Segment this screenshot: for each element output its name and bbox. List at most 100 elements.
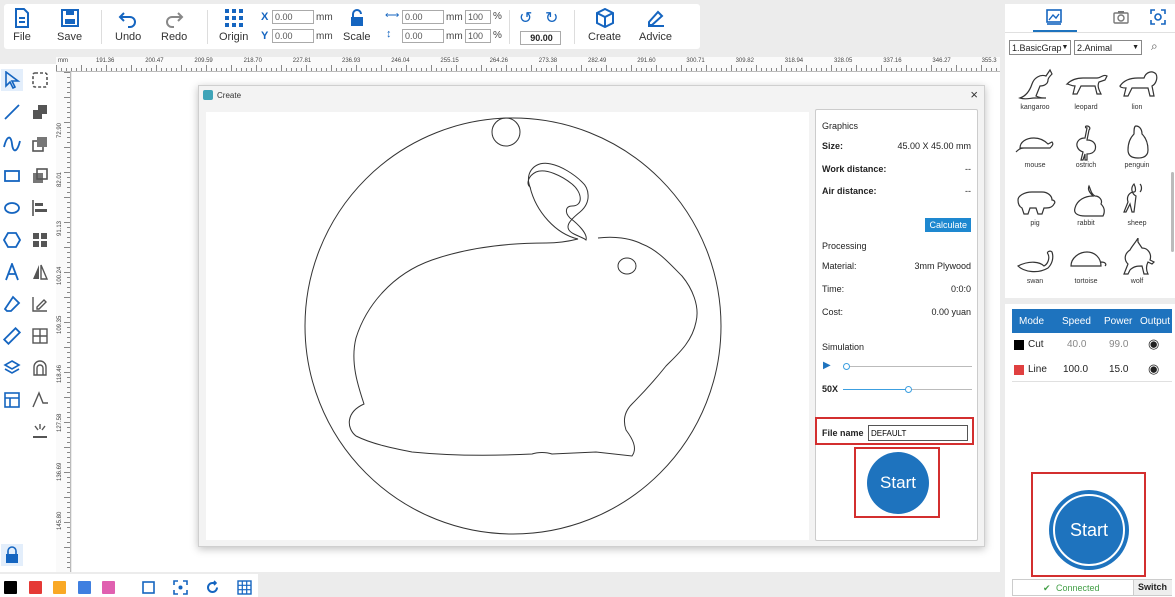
library-scrollbar[interactable] bbox=[1171, 172, 1174, 252]
shape-item-wolf[interactable]: wolf bbox=[1112, 238, 1162, 285]
shape-item-rabbit[interactable]: rabbit bbox=[1061, 180, 1111, 227]
eye-icon[interactable]: ◉ bbox=[1148, 336, 1159, 352]
eraser-tool[interactable] bbox=[1, 293, 23, 315]
close-icon[interactable]: × bbox=[970, 87, 978, 102]
eye-icon[interactable]: ◉ bbox=[1148, 361, 1159, 377]
eraser-icon bbox=[3, 295, 21, 312]
ruler-tick bbox=[206, 65, 207, 71]
ruler-tick-label: 328.05 bbox=[834, 58, 853, 64]
ruler-tick bbox=[891, 68, 892, 71]
rectangle-tool[interactable] bbox=[1, 165, 23, 187]
advice-button[interactable]: Advice bbox=[639, 8, 672, 43]
offset-tool[interactable] bbox=[29, 357, 51, 379]
layer-row-line[interactable]: Line 100.0 15.0 ◉ bbox=[1012, 358, 1172, 382]
layer-row-cut[interactable]: Cut 40.0 99.0 ◉ bbox=[1012, 333, 1172, 357]
fit-frame-icon[interactable] bbox=[141, 580, 156, 595]
grid-array-tool[interactable] bbox=[29, 229, 51, 251]
width-percent-input[interactable] bbox=[465, 10, 491, 24]
text-tool[interactable] bbox=[1, 261, 23, 283]
ruler-tick bbox=[186, 68, 187, 71]
ruler-tick bbox=[551, 68, 552, 71]
search-icon[interactable]: ⌕ bbox=[1151, 39, 1158, 54]
ruler-tick bbox=[106, 65, 107, 71]
x-input[interactable] bbox=[272, 10, 314, 24]
mirror-tool[interactable] bbox=[29, 261, 51, 283]
measure-tool[interactable] bbox=[1, 325, 23, 347]
calculate-button[interactable]: Calculate bbox=[925, 218, 971, 232]
layer-color-swatch[interactable] bbox=[1014, 365, 1024, 375]
color-swatch[interactable] bbox=[102, 581, 115, 594]
polygon-tool[interactable] bbox=[1, 229, 23, 251]
width-input[interactable] bbox=[402, 10, 444, 24]
shape-item-pig[interactable]: pig bbox=[1010, 180, 1060, 227]
layer-color-swatch[interactable] bbox=[1014, 340, 1024, 350]
color-swatch[interactable] bbox=[4, 581, 17, 594]
rotate-ccw-icon[interactable]: ↺ bbox=[519, 8, 532, 28]
ruler-tick bbox=[841, 68, 842, 71]
redo-button[interactable]: Redo bbox=[161, 8, 187, 43]
rotate-input[interactable] bbox=[520, 31, 561, 45]
shape-item-mouse[interactable]: mouse bbox=[1010, 122, 1060, 169]
main-start-button[interactable]: Start bbox=[1056, 497, 1122, 563]
shape-item-tortoise[interactable]: tortoise bbox=[1061, 238, 1111, 285]
switch-button[interactable]: Switch bbox=[1133, 580, 1172, 595]
y-input[interactable] bbox=[272, 29, 314, 43]
rotate-cw-icon[interactable]: ↻ bbox=[545, 8, 558, 28]
shape-item-ostrich[interactable]: ostrich bbox=[1061, 122, 1111, 169]
frame-tool[interactable] bbox=[29, 69, 51, 91]
shape-item-kangaroo[interactable]: kangaroo bbox=[1010, 64, 1060, 111]
scale-lock-button[interactable]: Scale bbox=[343, 8, 371, 43]
refresh-icon[interactable] bbox=[205, 580, 220, 595]
align-left-tool[interactable] bbox=[29, 197, 51, 219]
ellipse-tool[interactable] bbox=[1, 197, 23, 219]
curve-tool[interactable] bbox=[1, 133, 23, 155]
subtract-tool[interactable] bbox=[29, 133, 51, 155]
ruler-tick bbox=[446, 68, 447, 71]
sketch-tool[interactable] bbox=[29, 293, 51, 315]
laser-tool[interactable] bbox=[29, 421, 51, 443]
color-swatch[interactable] bbox=[28, 581, 42, 594]
color-swatch[interactable] bbox=[77, 581, 91, 594]
height-percent-input[interactable] bbox=[465, 29, 491, 43]
origin-button[interactable]: Origin bbox=[219, 8, 248, 43]
shape-item-leopard[interactable]: leopard bbox=[1061, 64, 1111, 111]
shape-item-penguin[interactable]: penguin bbox=[1112, 122, 1162, 169]
shape-item-lion[interactable]: lion bbox=[1112, 64, 1162, 111]
undo-button[interactable]: Undo bbox=[115, 8, 141, 43]
lock-toggle[interactable] bbox=[1, 544, 23, 566]
file-button[interactable]: File bbox=[12, 8, 32, 43]
category-select-2[interactable]: 2.Animal ▼ bbox=[1074, 40, 1142, 55]
camera-icon[interactable] bbox=[1112, 8, 1130, 26]
shape-item-sheep[interactable]: sheep bbox=[1112, 180, 1162, 227]
height-input[interactable] bbox=[402, 29, 444, 43]
play-icon[interactable]: ▶ bbox=[823, 360, 831, 371]
scan-icon[interactable] bbox=[1149, 8, 1167, 26]
ruler-tick bbox=[226, 68, 227, 71]
focus-icon[interactable] bbox=[173, 580, 188, 595]
speed-knob[interactable] bbox=[904, 386, 912, 393]
y-label: Y bbox=[261, 30, 269, 42]
dialog-start-button[interactable]: Start bbox=[867, 452, 929, 514]
x-label: X bbox=[261, 11, 269, 23]
union-tool[interactable] bbox=[29, 101, 51, 123]
intersect-tool[interactable] bbox=[29, 165, 51, 187]
graphic-library-icon[interactable] bbox=[1045, 8, 1063, 26]
color-swatch[interactable] bbox=[53, 581, 66, 594]
select-tool[interactable] bbox=[1, 69, 23, 91]
layout-tool[interactable] bbox=[1, 389, 23, 411]
category-select-1[interactable]: 1.BasicGrap ▼ bbox=[1009, 40, 1071, 55]
ruler-tick bbox=[421, 68, 422, 71]
save-button[interactable]: Save bbox=[57, 8, 82, 43]
path-tool[interactable] bbox=[29, 389, 51, 411]
simulation-progress-track[interactable] bbox=[843, 366, 972, 367]
shape-item-swan[interactable]: swan bbox=[1010, 238, 1060, 285]
grid-icon[interactable] bbox=[237, 580, 252, 595]
line-tool[interactable] bbox=[1, 101, 23, 123]
ruler-tick bbox=[411, 68, 412, 71]
ruler-tick bbox=[67, 332, 70, 333]
simulation-progress-knob[interactable] bbox=[843, 363, 850, 370]
split-tool[interactable] bbox=[29, 325, 51, 347]
layers-tool[interactable] bbox=[1, 357, 23, 379]
ruler-tick bbox=[726, 68, 727, 71]
create-button[interactable]: Create bbox=[588, 8, 621, 43]
